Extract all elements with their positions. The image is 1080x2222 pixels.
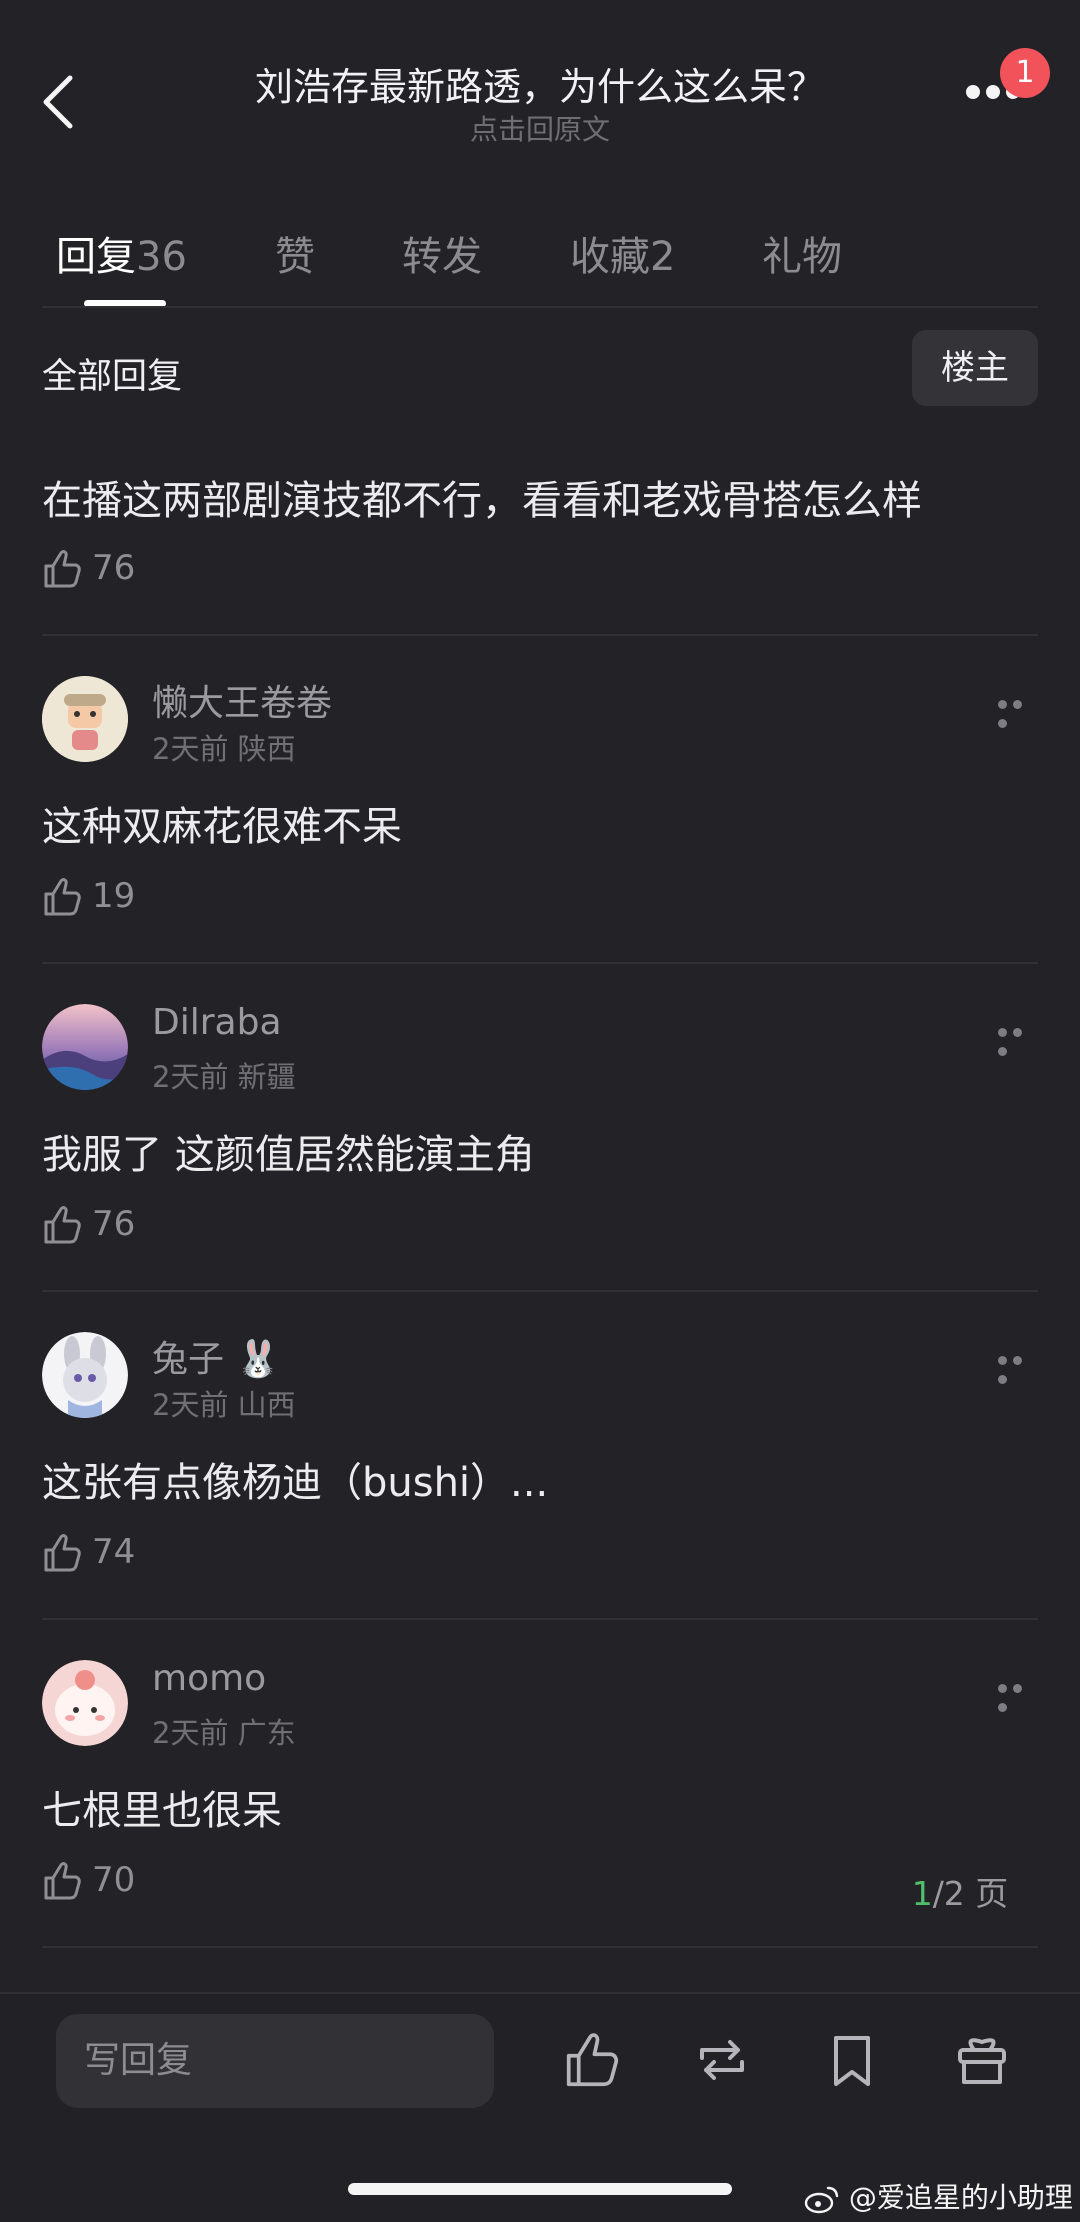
like-button[interactable]: 76	[42, 548, 135, 594]
divider	[42, 1946, 1038, 1948]
repost-button[interactable]	[692, 2030, 752, 2090]
gift-button[interactable]	[952, 2030, 1012, 2090]
page-total: /2 页	[932, 1874, 1009, 1913]
comment-text: 七根里也很呆	[42, 1788, 282, 1834]
comment-text: 我服了 这颜值居然能演主角	[42, 1132, 535, 1178]
thumbs-up-icon	[44, 1206, 81, 1244]
like-count: 74	[92, 1532, 136, 1572]
notification-badge: 1	[1000, 48, 1050, 98]
avatar[interactable]	[42, 1660, 128, 1746]
avatar[interactable]	[42, 1332, 128, 1418]
watermark: @爱追星的小助理	[804, 2176, 1073, 2216]
tab-count: 2	[650, 234, 676, 280]
tab-label: 回复	[56, 234, 136, 280]
page-current: 1	[911, 1874, 933, 1913]
comment-item: Dilraba 2天前 新疆 我服了 这颜值居然能演主角 76	[0, 964, 1080, 1290]
all-replies-label: 全部回复	[42, 357, 183, 397]
home-indicator[interactable]	[348, 2183, 732, 2195]
tab-gifts[interactable]: 礼物	[762, 224, 842, 282]
avatar-image	[42, 1660, 128, 1746]
comment-more-button[interactable]	[998, 1678, 1042, 1712]
tab-favorites[interactable]: 收藏2	[570, 224, 675, 282]
bookmark-button[interactable]	[822, 2030, 882, 2090]
comment-meta: 2天前 山西	[152, 1388, 296, 1422]
owner-only-button[interactable]: 楼主	[912, 330, 1038, 406]
tab-likes[interactable]: 赞	[275, 224, 315, 282]
avatar-image	[42, 1332, 128, 1418]
thumbs-up-icon	[566, 2033, 619, 2087]
divider	[42, 306, 1038, 308]
page-indicator[interactable]: 1/2 页	[860, 1862, 1060, 1926]
like-button[interactable]: 70	[42, 1860, 135, 1906]
like-count: 76	[92, 1204, 136, 1244]
tab-reposts[interactable]: 转发	[402, 224, 482, 282]
comment-item: 兔子 🐰 2天前 山西 这张有点像杨迪（bushi）... 74	[0, 1292, 1080, 1618]
comment-more-button[interactable]	[998, 1350, 1042, 1384]
bookmark-icon	[834, 2036, 870, 2086]
tab-replies[interactable]: 回复36	[56, 224, 187, 282]
comment-meta: 2天前 陕西	[152, 732, 296, 766]
comment-text: 在播这两部剧演技都不行，看看和老戏骨搭怎么样	[42, 478, 922, 524]
comment-more-button[interactable]	[998, 694, 1042, 728]
comment-text: 这种双麻花很难不呆	[42, 804, 402, 850]
tab-label: 赞	[275, 234, 315, 280]
tab-label: 收藏	[570, 234, 650, 280]
like-count: 70	[92, 1860, 136, 1900]
like-button[interactable]: 74	[42, 1532, 135, 1578]
like-button[interactable]: 19	[42, 876, 135, 922]
comment-more-button[interactable]	[998, 1022, 1042, 1056]
tab-label: 礼物	[762, 234, 842, 280]
thumbs-up-icon	[44, 1534, 81, 1572]
back-to-original-link[interactable]: 点击回原文	[0, 108, 1080, 148]
weibo-icon	[804, 2186, 839, 2214]
like-count: 76	[92, 548, 136, 588]
like-post-button[interactable]	[563, 2030, 623, 2090]
comment-item: 在播这两部剧演技都不行，看看和老戏骨搭怎么样 76	[0, 410, 1080, 634]
thumbs-up-icon	[44, 1862, 81, 1900]
reply-input[interactable]: 写回复	[56, 2014, 494, 2108]
repost-icon	[700, 2040, 744, 2080]
avatar[interactable]	[42, 676, 128, 762]
watermark-text: @爱追星的小助理	[848, 2181, 1073, 2214]
like-button[interactable]: 76	[42, 1204, 135, 1250]
avatar[interactable]	[42, 1004, 128, 1090]
tab-count: 36	[136, 234, 187, 280]
username[interactable]: 懒大王卷卷	[152, 674, 332, 726]
username[interactable]: momo	[152, 1658, 266, 1699]
comment-meta: 2天前 广东	[152, 1716, 296, 1750]
tab-label: 转发	[402, 234, 482, 280]
post-title[interactable]: 刘浩存最新路透，为什么这么呆？	[0, 56, 1080, 111]
thumbs-up-icon	[44, 550, 81, 588]
avatar-image	[42, 676, 128, 762]
comment-item: 懒大王卷卷 2天前 陕西 这种双麻花很难不呆 19	[0, 636, 1080, 962]
gift-icon	[958, 2038, 1006, 2084]
comment-text: 这张有点像杨迪（bushi）...	[42, 1460, 549, 1506]
like-count: 19	[92, 876, 136, 916]
avatar-image	[42, 1004, 128, 1090]
comment-meta: 2天前 新疆	[152, 1060, 296, 1094]
username[interactable]: 兔子 🐰	[152, 1330, 280, 1382]
thumbs-up-icon	[44, 878, 81, 916]
username[interactable]: Dilraba	[152, 1002, 282, 1043]
